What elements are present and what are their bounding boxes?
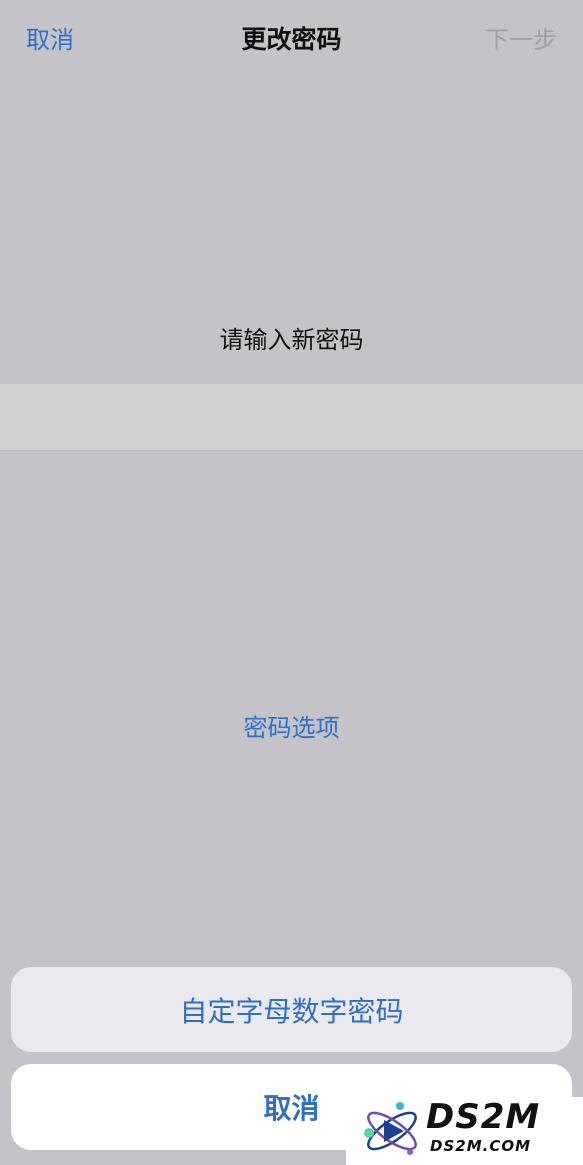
change-password-screen: 取消 更改密码 下一步 请输入新密码 密码选项 自定字母数字密码 取消 DS2M…: [0, 0, 583, 1165]
atom-logo-icon: [364, 1102, 417, 1155]
password-options-link[interactable]: 密码选项: [0, 708, 583, 743]
watermark-logo: DS2M DS2M.COM: [346, 1097, 583, 1165]
custom-alphanumeric-code-button[interactable]: 自定字母数字密码: [11, 967, 572, 1052]
watermark-title: DS2M: [426, 1097, 541, 1137]
next-step-button[interactable]: 下一步: [485, 20, 557, 55]
navigation-bar: 取消 更改密码 下一步: [0, 0, 583, 76]
new-password-field[interactable]: [0, 384, 583, 451]
watermark-url: DS2M.COM: [430, 1137, 532, 1155]
new-password-prompt: 请输入新密码: [219, 326, 364, 354]
